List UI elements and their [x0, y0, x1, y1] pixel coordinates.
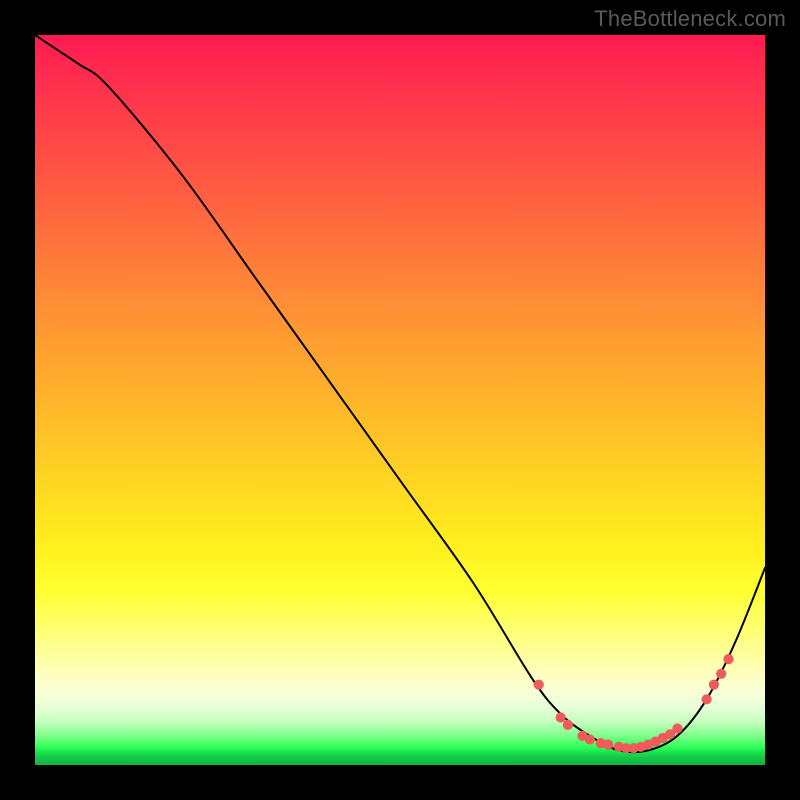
- marker-dot: [709, 680, 719, 690]
- marker-dot: [723, 654, 733, 664]
- marker-dot: [672, 723, 682, 733]
- curve-svg: [35, 35, 765, 765]
- marker-dot: [603, 740, 613, 750]
- bottleneck-curve: [35, 35, 765, 752]
- marker-dot: [716, 669, 726, 679]
- marker-dot: [702, 694, 712, 704]
- marker-dot: [534, 680, 544, 690]
- marker-dot: [556, 712, 566, 722]
- marker-dot: [585, 734, 595, 744]
- chart-frame: TheBottleneck.com: [0, 0, 800, 800]
- plot-area: [35, 35, 765, 765]
- marker-dot: [563, 720, 573, 730]
- watermark-text: TheBottleneck.com: [594, 6, 786, 32]
